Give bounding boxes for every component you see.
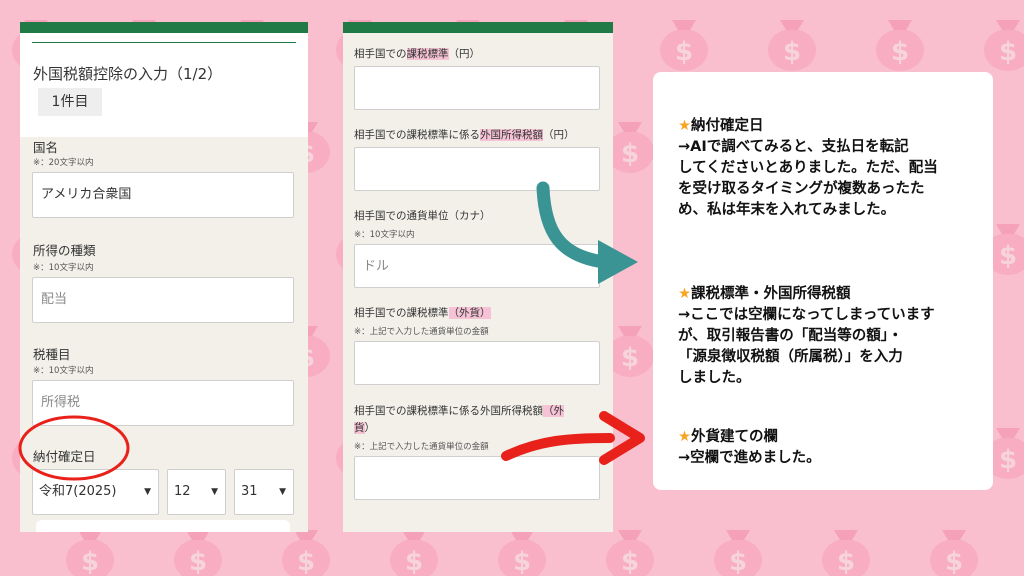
chevron-down-icon: ▼ [279, 487, 286, 497]
svg-text:$: $ [513, 547, 531, 576]
foreign-tax-form-panel: 外国税額控除の入力（1/2） 1件目 国名 ※：20文字以内 アメリカ合衆国 所… [20, 22, 308, 532]
money-bag-icon: $ [768, 20, 816, 71]
money-bag-icon: $ [714, 530, 762, 576]
foreign-tax-yen-input[interactable] [354, 147, 600, 191]
money-bag-icon: $ [174, 530, 222, 576]
chevron-down-icon: ▼ [144, 487, 151, 497]
foreign-tax-foreign-label-cont: 貨） [354, 422, 375, 434]
label-highlight: 課税標準 [406, 48, 449, 60]
svg-text:$: $ [891, 37, 909, 67]
explanation-card: ★納付確定日 →AIで調べてみると、支払日を転記 してくださいとありました。ただ… [653, 72, 993, 490]
money-bag-icon: $ [822, 530, 870, 576]
svg-text:$: $ [621, 139, 639, 169]
tax-base-foreign-input[interactable] [354, 341, 600, 385]
svg-text:$: $ [999, 37, 1017, 67]
money-bag-icon: $ [606, 530, 654, 576]
money-bag-icon: $ [660, 20, 708, 71]
payment-year-value: 令和7(2025) [39, 484, 117, 499]
svg-text:$: $ [783, 37, 801, 67]
country-input[interactable]: アメリカ合衆国 [32, 172, 294, 218]
chevron-down-icon: ▼ [211, 487, 218, 497]
header-accent-bar [343, 22, 613, 33]
svg-text:$: $ [189, 547, 207, 576]
label-highlight: （外貨） [448, 307, 491, 319]
svg-text:$: $ [837, 547, 855, 576]
tax-base-foreign-label: 相手国での課税標準（外貨） [354, 307, 491, 319]
foreign-tax-foreign-input[interactable] [354, 456, 600, 500]
money-bag-icon: $ [606, 326, 654, 377]
country-note: ※：20文字以内 [33, 158, 94, 168]
payment-date-label: 納付確定日 [33, 449, 96, 464]
income-type-note: ※：10文字以内 [33, 263, 94, 273]
svg-text:$: $ [999, 445, 1017, 475]
money-bag-icon: $ [498, 530, 546, 576]
money-bag-icon: $ [66, 530, 114, 576]
payment-year-select[interactable]: 令和7(2025) ▼ [32, 469, 159, 515]
foreign-tax-form-panel-continued: 相手国での課税標準（円） 相手国での課税標準に係る外国所得税額（円） 相手国での… [343, 22, 613, 532]
payment-month-select[interactable]: 12 ▼ [167, 469, 226, 515]
svg-text:$: $ [81, 547, 99, 576]
foreign-tax-yen-label: 相手国での課税標準に係る外国所得税額（円） [354, 129, 575, 141]
tax-item-input[interactable]: 所得税 [32, 380, 294, 426]
star-icon: ★ [678, 286, 691, 302]
note-payment-date: ★納付確定日 →AIで調べてみると、支払日を転記 してくださいとありました。ただ… [678, 118, 938, 218]
form-title: 外国税額控除の入力（1/2） [33, 65, 223, 83]
money-bag-icon: $ [876, 20, 924, 71]
note-heading: ★課税標準・外国所得税額 [678, 286, 851, 302]
payment-day-value: 31 [241, 484, 258, 499]
label-highlight: 外国所得税額 [480, 129, 543, 141]
note-foreign-currency: ★外貨建ての欄 →空欄で進めました。 [678, 429, 821, 466]
country-label: 国名 [33, 140, 59, 155]
note-heading: ★外貨建ての欄 [678, 429, 778, 445]
money-bag-icon: $ [390, 530, 438, 576]
svg-text:$: $ [729, 547, 747, 576]
payment-month-value: 12 [174, 484, 191, 499]
money-bag-icon: $ [984, 20, 1024, 71]
currency-unit-note: ※：10文字以内 [354, 230, 415, 240]
tax-base-yen-input[interactable] [354, 66, 600, 110]
star-icon: ★ [678, 118, 691, 134]
currency-unit-label: 相手国での通貨単位（カナ） [354, 210, 491, 222]
svg-text:$: $ [675, 37, 693, 67]
svg-text:$: $ [621, 547, 639, 576]
svg-text:$: $ [945, 547, 963, 576]
svg-text:$: $ [297, 547, 315, 576]
foreign-tax-foreign-note: ※：上記で入力した通貨単位の金額 [354, 442, 489, 452]
tax-base-yen-label: 相手国での課税標準（円） [354, 48, 480, 60]
money-bag-icon: $ [930, 530, 978, 576]
note-heading: ★納付確定日 [678, 118, 764, 134]
entry-count-chip: 1件目 [38, 88, 102, 116]
form-header: 外国税額控除の入力（1/2） 1件目 [20, 33, 308, 137]
payment-day-select[interactable]: 31 ▼ [234, 469, 294, 515]
svg-text:$: $ [405, 547, 423, 576]
note-tax-base: ★課税標準・外国所得税額 →ここでは空欄になってしまっています が、取引報告書の… [678, 286, 935, 386]
income-type-input[interactable]: 配当 [32, 277, 294, 323]
next-section-card [36, 520, 290, 532]
money-bag-icon: $ [282, 530, 330, 576]
svg-text:$: $ [621, 343, 639, 373]
tax-item-note: ※：10文字以内 [33, 366, 94, 376]
foreign-tax-foreign-label: 相手国での課税標準に係る外国所得税額（外 [354, 405, 564, 417]
money-bag-icon: $ [606, 122, 654, 173]
tax-item-label: 税種目 [33, 347, 71, 362]
svg-text:$: $ [999, 241, 1017, 271]
currency-unit-input[interactable]: ドル [354, 244, 600, 288]
star-icon: ★ [678, 429, 691, 445]
header-divider [32, 42, 296, 43]
header-accent-bar [20, 22, 308, 33]
tax-base-foreign-note: ※：上記で入力した通貨単位の金額 [354, 327, 489, 337]
income-type-label: 所得の種類 [33, 243, 96, 258]
